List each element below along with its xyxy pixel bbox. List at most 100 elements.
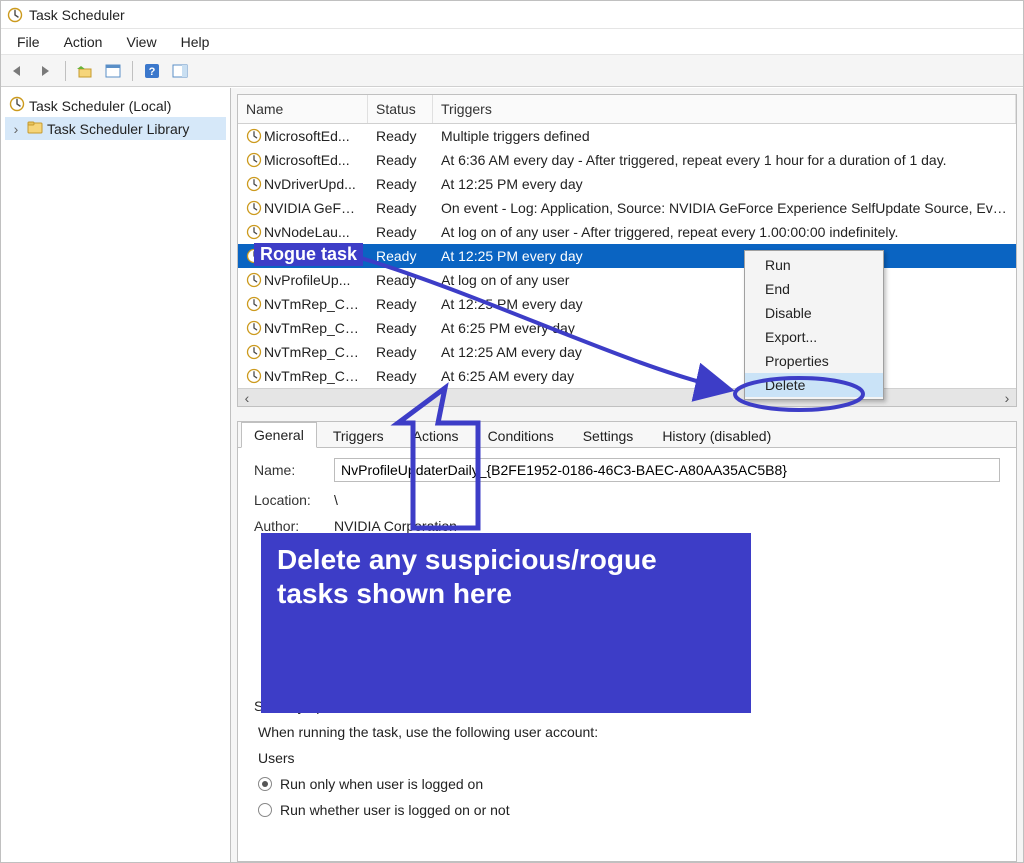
clock-icon	[9, 96, 25, 115]
tree-root-label: Task Scheduler (Local)	[29, 98, 171, 114]
name-label: Name:	[254, 462, 324, 478]
radio-icon	[258, 777, 272, 791]
clock-icon	[246, 176, 262, 192]
menu-action[interactable]: Action	[54, 31, 113, 53]
task-row[interactable]: NvTmRep_Cr... ReadyAt 12:25 AM every day	[238, 340, 1016, 364]
task-status: Ready	[368, 246, 433, 266]
tab-actions[interactable]: Actions	[400, 423, 472, 448]
tree-library-label: Task Scheduler Library	[47, 121, 189, 137]
radio-any-time[interactable]: Run whether user is logged on or not	[254, 802, 1000, 818]
tasks-list: Name Status Triggers MicrosoftEd...Ready…	[237, 94, 1017, 407]
task-name: NvTmRep_Cr...	[264, 368, 360, 384]
folder-icon	[27, 119, 43, 138]
task-row[interactable]: NvTmRep_Cr...ReadyAt 6:25 PM every day	[238, 316, 1016, 340]
body: Task Scheduler (Local) › Task Scheduler …	[1, 88, 1023, 862]
tab-general[interactable]: General	[241, 422, 317, 448]
task-row[interactable]: MicrosoftEd...ReadyMultiple triggers def…	[238, 124, 1016, 148]
tab-conditions[interactable]: Conditions	[475, 423, 567, 448]
task-row[interactable]: MicrosoftEd...ReadyAt 6:36 AM every day …	[238, 148, 1016, 172]
task-name: NvNodeLau...	[264, 224, 350, 240]
tree-pane[interactable]: Task Scheduler (Local) › Task Scheduler …	[1, 88, 231, 862]
scroll-left-icon[interactable]: ‹	[238, 389, 256, 407]
field-location-row: Location: \	[254, 492, 1000, 508]
expand-icon[interactable]: ›	[9, 121, 23, 137]
ctx-end[interactable]: End	[745, 277, 883, 301]
security-title: Security options	[254, 698, 1000, 714]
clock-icon	[246, 152, 262, 168]
ctx-delete[interactable]: Delete	[745, 373, 883, 397]
clock-icon	[246, 320, 262, 336]
clock-icon	[246, 296, 262, 312]
horizontal-scrollbar[interactable]: ‹ ›	[238, 388, 1016, 406]
task-status: Ready	[368, 342, 433, 362]
tab-triggers[interactable]: Triggers	[320, 423, 397, 448]
author-label: Author:	[254, 518, 324, 534]
radio-label: Run whether user is logged on or not	[280, 802, 510, 818]
tree-root[interactable]: Task Scheduler (Local)	[5, 94, 226, 117]
col-name[interactable]: Name	[238, 95, 368, 123]
menubar: File Action View Help	[1, 29, 1023, 55]
location-value: \	[334, 492, 338, 508]
ctx-disable[interactable]: Disable	[745, 301, 883, 325]
task-trigger: At 12:25 AM every day	[433, 342, 1016, 362]
toolbar: ?	[1, 55, 1023, 87]
tab-settings[interactable]: Settings	[570, 423, 647, 448]
task-trigger: Multiple triggers defined	[433, 126, 1016, 146]
col-triggers[interactable]: Triggers	[433, 95, 1016, 123]
location-label: Location:	[254, 492, 324, 508]
security-desc: When running the task, use the following…	[254, 724, 1000, 740]
main-pane: Name Status Triggers MicrosoftEd...Ready…	[231, 88, 1023, 862]
task-row[interactable]: NvTmRep_Cr...ReadyAt 6:25 AM every day	[238, 364, 1016, 388]
clock-icon	[246, 200, 262, 216]
task-name: NvProfileUp...	[264, 248, 350, 264]
task-name: NVIDIA GeFo...	[264, 200, 360, 216]
task-status: Ready	[368, 366, 433, 386]
task-trigger: At log on of any user - After triggered,…	[433, 222, 1016, 242]
field-name-row: Name:	[254, 458, 1000, 482]
context-menu: RunEndDisableExport...PropertiesDelete	[744, 250, 884, 400]
task-name: NvTmRep_Cr...	[264, 296, 360, 312]
toolbar-separator	[132, 61, 133, 81]
properties-button[interactable]	[102, 60, 124, 82]
details-panel: GeneralTriggersActionsConditionsSettings…	[237, 421, 1017, 862]
ctx-export-[interactable]: Export...	[745, 325, 883, 349]
panel-button[interactable]	[169, 60, 191, 82]
toolbar-separator	[65, 61, 66, 81]
task-trigger: At 6:36 AM every day - After triggered, …	[433, 150, 1016, 170]
task-status: Ready	[368, 222, 433, 242]
help-button[interactable]: ?	[141, 60, 163, 82]
menu-view[interactable]: View	[116, 31, 166, 53]
radio-icon	[258, 803, 272, 817]
ctx-properties[interactable]: Properties	[745, 349, 883, 373]
tasks-body[interactable]: MicrosoftEd... Ready Multiple triggers def…	[238, 124, 1016, 388]
radio-logged-on[interactable]: Run only when user is logged on	[254, 776, 1000, 792]
scroll-right-icon[interactable]: ›	[998, 389, 1016, 407]
forward-button[interactable]	[35, 60, 57, 82]
task-row[interactable]: NvTmRep_Cr...ReadyAt 12:25 PM every day	[238, 292, 1016, 316]
task-row[interactable]: NvDriverUpd...ReadyAt 12:25 PM every day	[238, 172, 1016, 196]
task-row[interactable]: NvNodeLau... ReadyAt log on of any user -…	[238, 220, 1016, 244]
task-trigger: At 12:25 PM every day	[433, 246, 1016, 266]
security-user: Users	[254, 750, 1000, 766]
app-icon	[7, 6, 23, 23]
tree-library[interactable]: › Task Scheduler Library	[5, 117, 226, 140]
task-row[interactable]: NVIDIA GeFo...ReadyOn event - Log: Appli…	[238, 196, 1016, 220]
task-trigger: At 12:25 PM every day	[433, 174, 1016, 194]
task-row[interactable]: NvProfileUp...ReadyAt log on of any user	[238, 268, 1016, 292]
tab-history-disabled-[interactable]: History (disabled)	[649, 423, 784, 448]
ctx-run[interactable]: Run	[745, 253, 883, 277]
task-row[interactable]: NvProfileUp... ReadyAt 12:25 PM every day	[238, 244, 1016, 268]
menu-file[interactable]: File	[7, 31, 50, 53]
task-name: NvTmRep_Cr...	[264, 344, 360, 360]
task-name: NvProfileUp...	[264, 272, 350, 288]
task-trigger: At 6:25 PM every day	[433, 318, 1016, 338]
clock-icon	[246, 368, 262, 384]
back-button[interactable]	[7, 60, 29, 82]
col-status[interactable]: Status	[368, 95, 433, 123]
window-title: Task Scheduler	[29, 7, 125, 23]
up-button[interactable]	[74, 60, 96, 82]
menu-help[interactable]: Help	[171, 31, 220, 53]
task-name: MicrosoftEd...	[264, 128, 350, 144]
name-input[interactable]	[334, 458, 1000, 482]
tasks-header: Name Status Triggers	[238, 95, 1016, 124]
